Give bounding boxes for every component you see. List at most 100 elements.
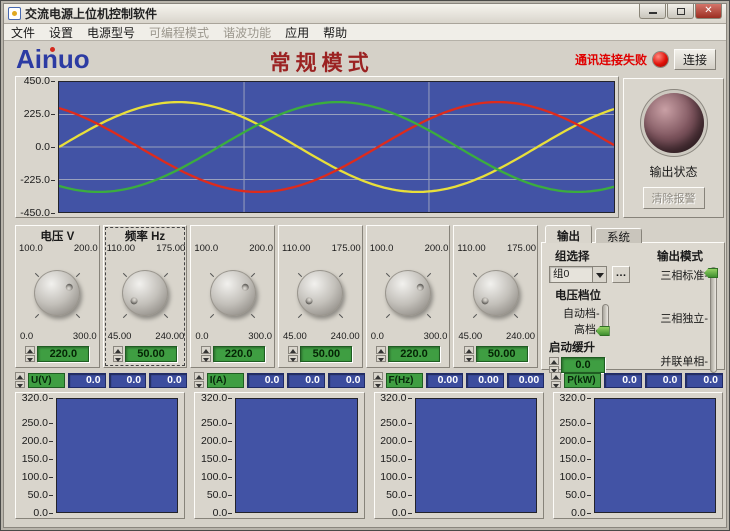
clear-alarm-button: 清除报警: [643, 187, 705, 209]
knob-dial: 100.0 200.0 0.0 300.0: [368, 242, 449, 343]
output-status-panel: 输出状态 清除报警: [623, 78, 724, 218]
tab-system[interactable]: 系统: [595, 228, 642, 243]
knob-indicator-dot: [415, 282, 424, 291]
trend-y-axis: 320.0250.0200.0150.0100.050.00.0: [16, 398, 56, 513]
knob-spinner[interactable]: [201, 346, 211, 362]
knob-scale-label: 110.00: [107, 243, 135, 254]
output-mode-label: 输出模式: [657, 248, 703, 264]
minimize-button[interactable]: [639, 4, 666, 19]
output-mode-option-parallel: 并联单相-: [660, 353, 708, 369]
meter-group: P(kW) 0.0 0.0 0.0: [551, 371, 723, 389]
meter-spinner[interactable]: [194, 372, 204, 388]
knob[interactable]: [34, 270, 80, 316]
knob-scale-label: 240.00: [155, 331, 184, 342]
knob-scale-label: 0.0: [371, 331, 384, 342]
meter-spinner[interactable]: [373, 372, 383, 388]
knob[interactable]: [473, 270, 519, 316]
knob-dial: 110.00 175.00 45.00 240.00: [455, 242, 536, 343]
knob-title: [368, 228, 449, 242]
trend-plot: [56, 398, 178, 513]
knob-dial: 110.00 175.00 45.00 240.00: [105, 242, 186, 343]
comm-status-led: [653, 52, 668, 67]
scope-plot: [58, 81, 615, 213]
knob-panel: 110.00 175.00 45.00 240.00 50.00: [453, 225, 538, 368]
waveform-scope-panel: 450.0225.00.0-225.0-450.0: [15, 76, 619, 218]
output-mode-option-standard: 三相标准-: [660, 267, 708, 283]
meter-spinner[interactable]: [15, 372, 25, 388]
knob[interactable]: [210, 270, 256, 316]
knob[interactable]: [122, 270, 168, 316]
meter-value: 0.0: [109, 373, 147, 388]
close-button[interactable]: ✕: [695, 4, 722, 19]
knob-scale-label: 110.00: [457, 243, 485, 254]
output-mode-slider[interactable]: [710, 267, 717, 373]
knob-value-display[interactable]: 220.0: [388, 346, 440, 362]
tab-output[interactable]: 输出: [545, 225, 592, 243]
knob-scale-label: 200.0: [249, 243, 273, 254]
menu-help[interactable]: 帮助: [316, 23, 354, 42]
knob-scale-label: 300.0: [424, 331, 448, 342]
trend-chart-voltage: 320.0250.0200.0150.0100.050.00.0: [15, 392, 185, 519]
knob-panel: 电压 V 100.0 200.0 0.0 300.0 220.0: [15, 225, 100, 368]
window-title: 交流电源上位机控制软件: [25, 5, 157, 22]
voltage-gear-slider[interactable]: [602, 304, 609, 336]
knob-dial: 110.00 175.00 45.00 240.00: [280, 242, 361, 343]
meter-label: I(A): [207, 373, 244, 388]
knob-scale-label: 0.0: [20, 331, 33, 342]
comm-status-text: 通讯连接失败: [575, 51, 647, 68]
knob-value-display[interactable]: 50.00: [125, 346, 177, 362]
meter-value: 0.0: [149, 373, 187, 388]
knob-scale-label: 45.00: [108, 331, 132, 342]
group-more-button[interactable]: …: [612, 266, 630, 283]
knob-spinner[interactable]: [376, 346, 386, 362]
menu-harmonic-function: 谐波功能: [216, 23, 278, 42]
dropdown-arrow-icon[interactable]: [592, 267, 606, 282]
knob-spinner[interactable]: [25, 346, 35, 362]
menu-power-model[interactable]: 电源型号: [80, 23, 142, 42]
maximize-button[interactable]: [667, 4, 694, 19]
menu-settings[interactable]: 设置: [42, 23, 80, 42]
knob-spinner[interactable]: [288, 346, 298, 362]
menu-application[interactable]: 应用: [278, 23, 316, 42]
voltage-gear-option-high: 高档-: [563, 321, 600, 337]
header: Ainuo 常规模式 通讯连接失败 连接: [4, 42, 726, 76]
knob-value-display[interactable]: 50.00: [476, 346, 528, 362]
meter-spinner[interactable]: [551, 372, 561, 388]
knob-dial: 100.0 200.0 0.0 300.0: [17, 242, 98, 343]
knob-value-display[interactable]: 50.00: [300, 346, 352, 362]
knob-value-display[interactable]: 220.0: [213, 346, 265, 362]
knob-scale-label: 240.00: [331, 331, 360, 342]
meter-value: 0.00: [426, 373, 464, 388]
menu-bar: 文件 设置 电源型号 可编程模式 谐波功能 应用 帮助: [4, 24, 726, 41]
knob-scale-label: 175.00: [332, 243, 361, 254]
trend-chart-current: 320.0250.0200.0150.0100.050.00.0: [194, 392, 364, 519]
knob-value-display[interactable]: 220.0: [37, 346, 89, 362]
menu-file[interactable]: 文件: [4, 23, 42, 42]
knob-title: [455, 228, 536, 242]
meter-group: F(Hz) 0.00 0.00 0.00: [373, 371, 545, 389]
knob-panel: 100.0 200.0 0.0 300.0 220.0: [366, 225, 451, 368]
group-select-label: 组选择: [555, 248, 645, 264]
knob-title: [192, 228, 273, 242]
knob[interactable]: [297, 270, 343, 316]
group-select-dropdown[interactable]: 组0: [549, 266, 607, 283]
connect-button[interactable]: 连接: [674, 49, 716, 70]
meter-value: 0.0: [645, 373, 683, 388]
knob-indicator-dot: [305, 296, 315, 306]
knob-title: 电压 V: [17, 228, 98, 242]
meter-label: P(kW): [564, 373, 601, 388]
meter-value: 0.0: [287, 373, 325, 388]
knob-scale-label: 240.00: [506, 331, 535, 342]
meter-value: 0.0: [328, 373, 366, 388]
knob-spinner[interactable]: [464, 346, 474, 362]
group-select-value: 组0: [550, 267, 592, 282]
meter-group: I(A) 0.0 0.0 0.0: [194, 371, 366, 389]
knob-dial: 100.0 200.0 0.0 300.0: [192, 242, 273, 343]
trend-y-axis: 320.0250.0200.0150.0100.050.00.0: [375, 398, 415, 513]
output-status-label: 输出状态: [624, 163, 723, 180]
knob[interactable]: [385, 270, 431, 316]
knob-spinner[interactable]: [113, 346, 123, 362]
app-window: 交流电源上位机控制软件 ✕ 文件 设置 电源型号 可编程模式 谐波功能 应用 帮…: [0, 0, 730, 531]
knob-indicator-dot: [480, 296, 490, 306]
meter-value: 0.0: [247, 373, 285, 388]
